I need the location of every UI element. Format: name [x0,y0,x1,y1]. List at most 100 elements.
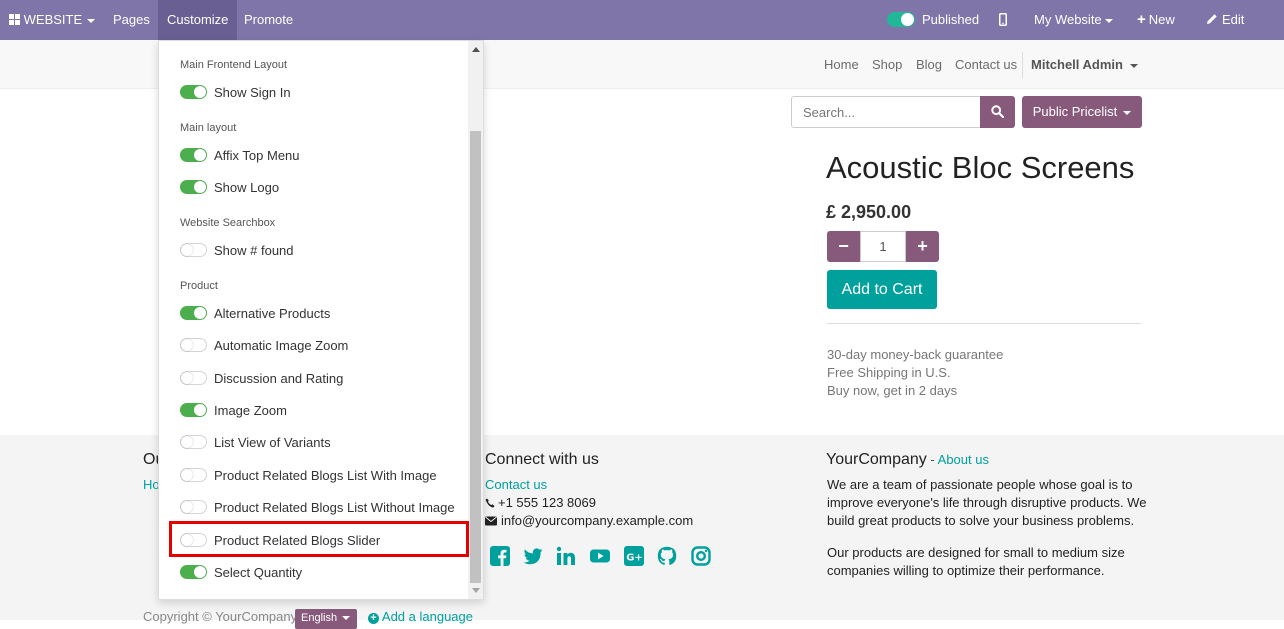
company-heading: YourCompany - About us [826,451,989,469]
published-toggle[interactable] [887,12,915,27]
about-paragraph-line: companies willing to optimize their perf… [827,563,1105,578]
option-related-blogs-list-without-image[interactable]: Product Related Blogs List Without Image [180,496,455,518]
option-label: Automatic Image Zoom [214,337,349,353]
about-paragraph-line: build great products to solve your busin… [827,513,1135,528]
minus-icon: − [838,236,849,256]
about-us-link[interactable]: About us [938,452,989,467]
option-alternative-products[interactable]: Alternative Products [180,302,330,324]
footer-email-address: info@yourcompany.example.com [501,513,694,528]
guarantee-line: 30-day money-back guarantee [827,347,1004,362]
add-to-cart-button[interactable]: Add to Cart [827,270,937,309]
product-price: £ 2,950.00 [826,202,912,222]
quantity-input[interactable] [860,231,906,262]
option-label: Show Sign In [214,84,291,100]
option-list-view-of-variants[interactable]: List View of Variants [180,431,331,453]
copyright-text: Copyright © YourCompany [143,609,298,624]
apps-grid-icon [9,14,20,25]
toggle-switch[interactable] [180,306,207,320]
about-paragraph-line: Our products are designed for small to m… [827,545,1125,560]
add-language-link[interactable]: + Add a language [368,609,473,624]
option-label: Select Quantity [214,564,303,580]
option-label: Alternative Products [214,305,331,321]
toggle-switch[interactable] [180,338,207,352]
option-automatic-image-zoom[interactable]: Automatic Image Zoom [180,334,348,356]
pages-menu[interactable]: Pages [104,0,159,40]
product-title: Acoustic Bloc Screens [826,150,1135,185]
instagram-icon[interactable] [691,546,711,566]
option-related-blogs-list-with-image[interactable]: Product Related Blogs List With Image [180,464,437,486]
about-paragraph-line: We are a team of passionate people whose… [827,477,1133,492]
option-show-found[interactable]: Show # found [180,239,294,261]
option-label: List View of Variants [214,434,331,450]
toggle-switch[interactable] [180,243,207,257]
google-plus-icon[interactable]: G+ [624,546,644,566]
published-label[interactable]: Published [913,0,988,40]
phone-icon [485,498,495,508]
section-heading: Product [180,280,218,292]
search-button[interactable] [980,96,1015,128]
toggle-switch[interactable] [180,85,207,99]
search-icon [991,105,1004,118]
toggle-switch[interactable] [180,435,207,449]
search-input[interactable] [791,96,981,128]
nav-contact-us[interactable]: Contact us [955,57,1017,72]
guarantee-line: Buy now, get in 2 days [827,383,958,398]
customize-menu[interactable]: Customize [158,0,238,40]
facebook-icon[interactable] [490,546,510,566]
nav-home[interactable]: Home [824,57,859,72]
footer-contact-us-link[interactable]: Contact us [485,477,547,492]
scrollbar-thumb[interactable] [470,131,481,583]
github-icon[interactable] [657,546,677,566]
quantity-decrease-button[interactable]: − [827,231,860,262]
youtube-icon[interactable] [590,546,610,566]
quantity-increase-button[interactable]: + [906,231,939,262]
pencil-icon [1207,14,1217,24]
user-name: Mitchell Admin [1031,57,1123,72]
mobile-preview-button[interactable] [990,0,1016,40]
language-label: English [301,612,338,624]
linkedin-icon[interactable] [556,546,576,566]
plus-circle-icon: + [368,613,379,624]
website-menu[interactable]: WEBSITE [0,0,104,40]
new-button[interactable]: + New [1128,0,1184,40]
toggle-switch[interactable] [180,500,207,514]
chevron-down-icon [87,18,96,23]
promote-menu[interactable]: Promote [235,0,302,40]
section-heading: Main Frontend Layout [180,59,288,71]
nav-shop[interactable]: Shop [872,57,902,72]
twitter-icon[interactable] [523,546,543,566]
toggle-switch[interactable] [180,565,207,579]
nav-blog[interactable]: Blog [916,57,942,72]
guarantee-line: Free Shipping in U.S. [827,365,951,380]
option-discussion-and-rating[interactable]: Discussion and Rating [180,367,343,389]
plus-icon: + [917,236,928,256]
option-image-zoom[interactable]: Image Zoom [180,399,287,421]
toggle-switch[interactable] [180,148,207,162]
mobile-icon [999,13,1007,26]
edit-button[interactable]: Edit [1197,0,1253,40]
scroll-down-arrow-icon[interactable] [472,588,480,593]
my-website-label: My Website [1034,12,1102,27]
edit-label: Edit [1222,12,1245,27]
customize-dropdown: Main Frontend Layout Show Sign In Main l… [158,40,484,600]
option-show-logo[interactable]: Show Logo [180,176,279,198]
user-menu[interactable]: Mitchell Admin [1031,57,1138,72]
toggle-switch[interactable] [180,371,207,385]
envelope-icon [485,516,497,526]
footer-email: info@yourcompany.example.com [485,513,693,528]
toggle-switch[interactable] [180,468,207,482]
toggle-switch[interactable] [180,180,207,194]
plus-icon: + [1137,11,1146,28]
option-label: Image Zoom [214,402,287,418]
pricelist-dropdown[interactable]: Public Pricelist [1022,96,1142,128]
toggle-switch[interactable] [180,403,207,417]
my-website-menu[interactable]: My Website [1025,0,1122,40]
pricelist-label: Public Pricelist [1032,104,1118,119]
option-affix-top-menu[interactable]: Affix Top Menu [180,144,300,166]
connect-heading: Connect with us [485,451,599,468]
language-selector[interactable]: English [295,609,357,629]
scroll-up-arrow-icon[interactable] [472,47,480,52]
option-show-sign-in[interactable]: Show Sign In [180,81,291,103]
option-select-quantity[interactable]: Select Quantity [180,561,302,583]
chevron-down-icon [342,616,351,621]
